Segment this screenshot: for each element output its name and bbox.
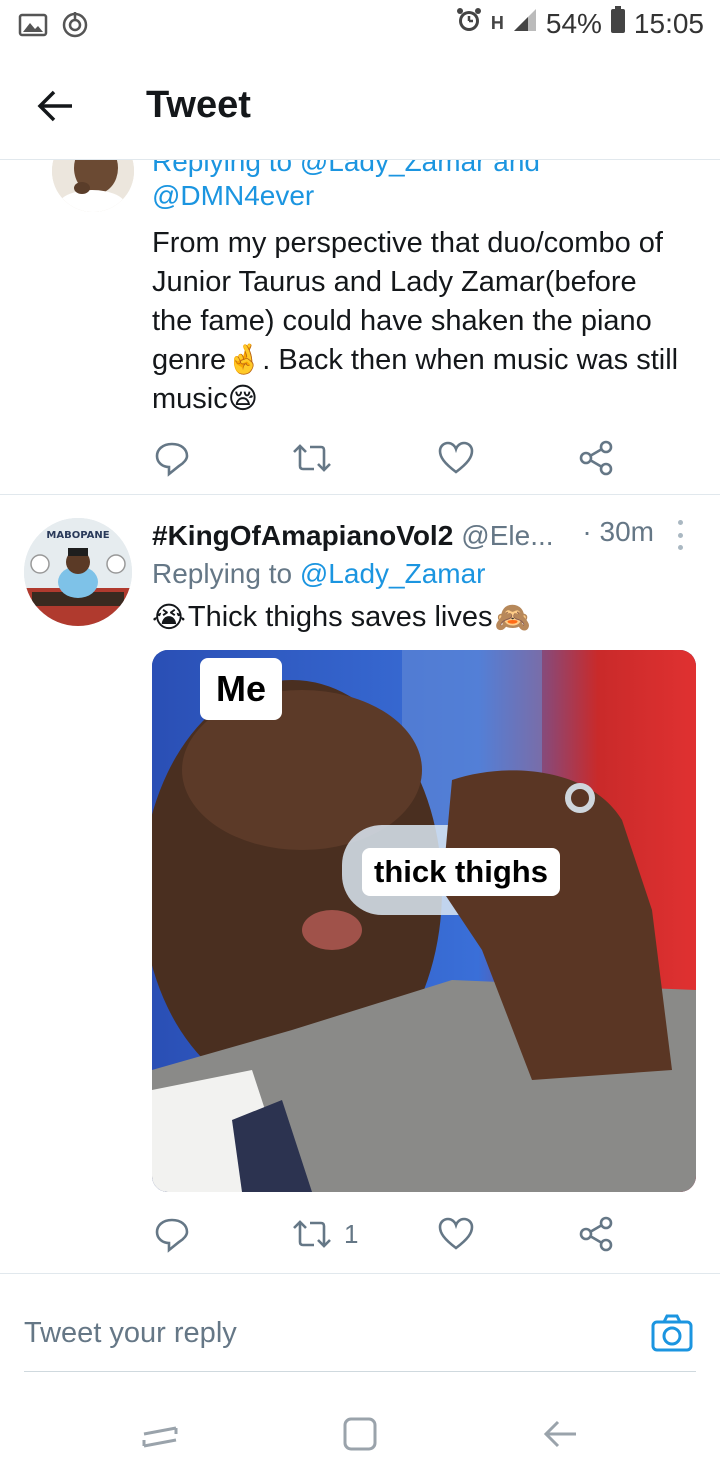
tweet-text: 😭 Thick thighs saves lives 🙈 [152,600,531,635]
camera-button[interactable] [650,1313,694,1353]
see-no-evil-emoji: 🙈 [494,601,531,634]
tweet-header: #KingOfAmapianoVol2 @Ele... · 30m [152,516,682,556]
retweet-button[interactable]: 1 [290,1212,358,1256]
crying-face-emoji: 😭 [152,602,186,634]
home-button[interactable] [340,1414,380,1454]
tweet-text-fragment: music [152,383,228,415]
share-button[interactable] [576,1212,616,1256]
reply-mention-link[interactable]: @Lady_Zamar [300,558,486,589]
reply-icon [155,1218,189,1253]
avatar[interactable]: MABOPANE [24,518,132,626]
heart-icon [438,1217,474,1250]
more-dot [677,520,683,525]
status-right-icons: H 54% 15:05 [455,6,704,41]
recent-apps-icon [142,1426,178,1448]
retweet-button[interactable] [290,436,334,480]
battery-icon [610,6,626,41]
share-icon [579,440,613,476]
meme-image [152,650,696,1192]
retweet-icon [293,444,331,472]
tweet-timestamp: · 30m [582,516,654,547]
avatar-text: MABOPANE [46,530,109,541]
tweet-text-fragment: genre [152,344,227,376]
reply-input[interactable]: Tweet your reply [24,1317,237,1350]
reply-button[interactable] [152,436,192,480]
status-left-icons [18,10,90,45]
arrow-left-icon [37,90,72,122]
status-bar: H 54% 15:05 [0,0,720,50]
share-icon [579,1216,613,1252]
tweet-text-body: Thick thighs saves lives [187,601,493,633]
share-button[interactable] [576,436,616,480]
composer-divider [24,1371,696,1372]
clock-time: 15:05 [633,7,704,39]
home-icon [343,1417,377,1451]
gallery-icon [18,12,48,43]
avatar[interactable] [52,160,134,212]
user-handle[interactable]: @Ele... [461,520,553,552]
reply-icon [155,442,189,477]
tweet-card[interactable]: MABOPANE #KingOfAmapianoVol2 @Ele... · 3… [0,496,720,1274]
back-button[interactable] [34,84,78,128]
tweet-card[interactable]: Replying to @Lady_Zamar and @DMN4ever Fr… [0,160,720,495]
recent-apps-button[interactable] [140,1414,180,1454]
system-nav-bar [0,1392,720,1480]
tweet-text-line: music😪 [152,380,702,419]
data-saver-icon [60,10,90,45]
replying-to-text: Replying to @Lady_Zamar [152,558,485,590]
tweet-text-line: the fame) could have shaken the piano [152,305,652,337]
page-title: Tweet [146,84,251,126]
tweet-actions: 1 [152,1212,672,1256]
tweet-actions [152,436,672,480]
tweet-text-line: genre🤞. Back then when music was still [152,341,702,380]
more-dot [677,545,683,550]
retweet-count: 1 [344,1218,359,1249]
reply-mention-link[interactable]: @DMN4ever [152,180,314,212]
reply-composer: Tweet your reply [0,1283,720,1375]
tweet-text: From my perspective that duo/combo of Ju… [152,224,702,419]
top-app-bar: Tweet [0,50,720,160]
more-options-button[interactable] [672,520,688,550]
alarm-icon [455,6,483,41]
back-nav-button[interactable] [540,1414,580,1454]
battery-percent: 54% [545,7,602,39]
back-arrow-icon [543,1420,576,1448]
like-button[interactable] [436,436,476,480]
display-name[interactable]: #KingOfAmapianoVol2 [152,520,453,552]
signal-icon [512,7,538,40]
tweet-media-image[interactable]: Me thick thighs [152,650,696,1192]
tweet-text-fragment: . Back then when music was still [262,344,679,376]
retweet-icon [293,1220,331,1248]
more-dot [677,532,683,538]
reply-button[interactable] [152,1212,192,1256]
like-button[interactable] [436,1212,476,1256]
replying-prefix: Replying to [152,558,300,589]
camera-icon [651,1314,693,1352]
meme-caption-bottle: thick thighs [362,848,560,896]
crossed-fingers-emoji: 🤞 [226,344,263,376]
meme-caption-top: Me [200,658,283,720]
heart-icon [438,441,474,474]
tweet-text-line: Junior Taurus and Lady Zamar(before [152,266,637,298]
sleepy-face-emoji: 😪 [227,383,258,415]
tweet-text-line: From my perspective that duo/combo of [152,227,663,259]
network-type-label: H [490,13,504,33]
replying-to-text[interactable]: Replying to @Lady_Zamar and [152,160,540,178]
